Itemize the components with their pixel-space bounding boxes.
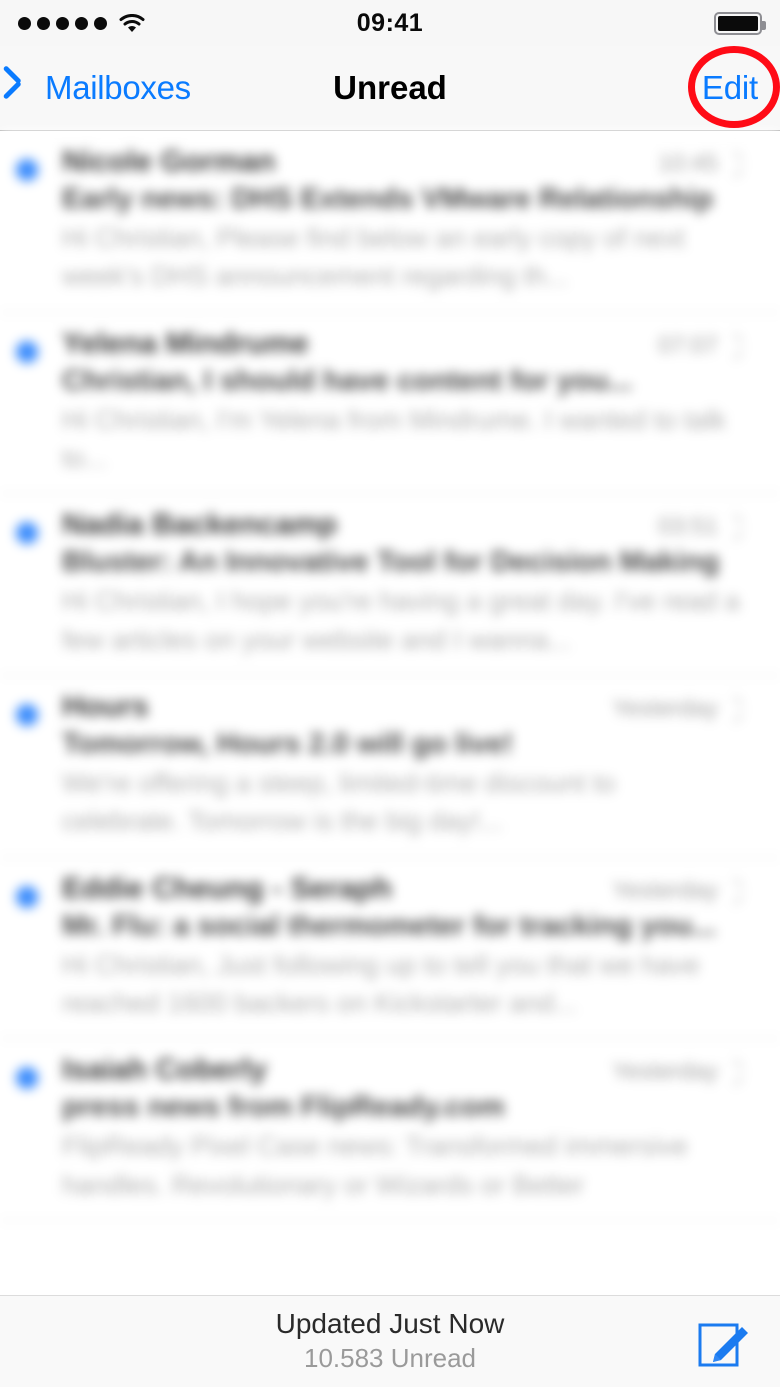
mail-subject: Early news: DHS Extends VMware Relations… [62,183,714,215]
mail-row-meta: 03:51 [658,513,740,541]
navigation-bar: Mailboxes Unread Edit [0,46,780,131]
mail-row-header: Isaiah Coberly Yesterday [62,1053,740,1087]
mail-preview: Hi Christian, I'm Yelena from Mindrume. … [62,404,726,473]
mail-sender: Eddie Cheung - Seraph [62,871,393,905]
mail-sender: Isaiah Coberly [62,1053,268,1087]
wifi-icon [119,13,145,33]
mail-row-meta: Yesterday [612,695,740,723]
mail-row-header: Nadia Backencamp 03:51 [62,508,740,542]
compose-button[interactable] [696,1314,752,1370]
mail-preview: Hi Christian, I hope you're having a gre… [62,586,740,655]
chevron-right-icon [730,518,740,536]
edit-button[interactable]: Edit [702,69,758,107]
status-bar-left [18,13,390,33]
cellular-signal-icon [18,16,107,30]
mail-timestamp: 10:45 [657,150,718,177]
mail-subject: press news from FlipReady.com [62,1091,505,1124]
mail-row-header: Eddie Cheung - Seraph Yesterday [62,872,740,906]
mail-row-meta: Yesterday [612,1058,740,1086]
chevron-right-icon [730,337,740,355]
unread-count-label: 10.583 Unread [303,1343,477,1373]
mail-row[interactable]: Eddie Cheung - Seraph Yesterday Mr. Flu:… [0,857,780,1040]
mail-row-header: Hours Yesterday [62,690,740,724]
updated-label: Updated Just Now [275,1308,505,1339]
unread-indicator-dot [16,340,38,363]
battery-full-icon [714,11,766,35]
mail-preview: FlipReady Pixel Case news: Transformed i… [62,1131,688,1200]
mail-sender: Nadia Backencamp [62,508,338,542]
mail-row[interactable]: Hours Yesterday Tomorrow, Hours 2.0 will… [0,675,780,858]
mail-app-screen: 09:41 Mailboxes Unread Edit Nicole Gorma… [0,0,780,1387]
mail-timestamp: Yesterday [612,876,718,904]
chevron-left-icon [16,71,36,105]
bottom-toolbar: Updated Just Now 10.583 Unread [0,1295,780,1387]
status-bar: 09:41 [0,0,780,46]
back-button-label: Mailboxes [45,69,191,106]
unread-indicator-dot [16,703,38,726]
mail-row[interactable]: Nicole Gorman 10:45 Early news: DHS Exte… [0,131,780,313]
mail-timestamp: Yesterday [612,1058,718,1086]
status-bar-right [390,11,766,35]
mail-row[interactable]: Isaiah Coberly Yesterday press news from… [0,1039,780,1221]
chevron-right-icon [730,1063,740,1081]
mail-preview: We're offering a steep, limited-time dis… [62,767,616,837]
back-to-mailboxes-button[interactable]: Mailboxes [0,69,191,107]
mail-row-meta: 07:07 [658,332,740,360]
mail-row[interactable]: Yelena Mindrume 07:07 Christian, I shoul… [0,312,780,495]
mail-sender: Hours [62,689,149,723]
mail-timestamp: Yesterday [612,694,718,722]
mail-row-header: Yelena Mindrume 07:07 [62,327,740,361]
chevron-right-icon [730,700,740,718]
mail-subject: Bluster: An Innovative Tool for Decision… [62,546,720,579]
unread-indicator-dot [16,522,38,545]
mail-timestamp: 03:51 [657,513,718,541]
mail-row-meta: 10:45 [658,150,740,178]
mail-preview: Hi Christian, Please find below an early… [62,223,685,292]
mail-subject: Mr. Flu: a social thermometer for tracki… [62,909,717,942]
chevron-right-icon [730,882,740,900]
mail-timestamp: 07:07 [657,331,718,359]
mail-sender: Yelena Mindrume [62,326,309,360]
unread-indicator-dot [16,885,38,908]
mail-list[interactable]: Nicole Gorman 10:45 Early news: DHS Exte… [0,131,780,1295]
mailbox-status: Updated Just Now 10.583 Unread [0,1306,780,1376]
unread-indicator-dot [16,1067,38,1090]
mail-row[interactable]: Nadia Backencamp 03:51 Bluster: An Innov… [0,494,780,676]
mail-row-header: Nicole Gorman 10:45 [62,145,740,179]
mail-preview: Hi Christian, Just following up to tell … [62,949,700,1018]
mail-subject: Christian, I should have content for you… [62,364,633,397]
chevron-right-icon [730,155,740,173]
mail-row-meta: Yesterday [612,877,740,905]
mail-sender: Nicole Gorman [62,145,276,178]
unread-indicator-dot [16,159,38,181]
mail-subject: Tomorrow, Hours 2.0 will go live! [62,727,514,760]
